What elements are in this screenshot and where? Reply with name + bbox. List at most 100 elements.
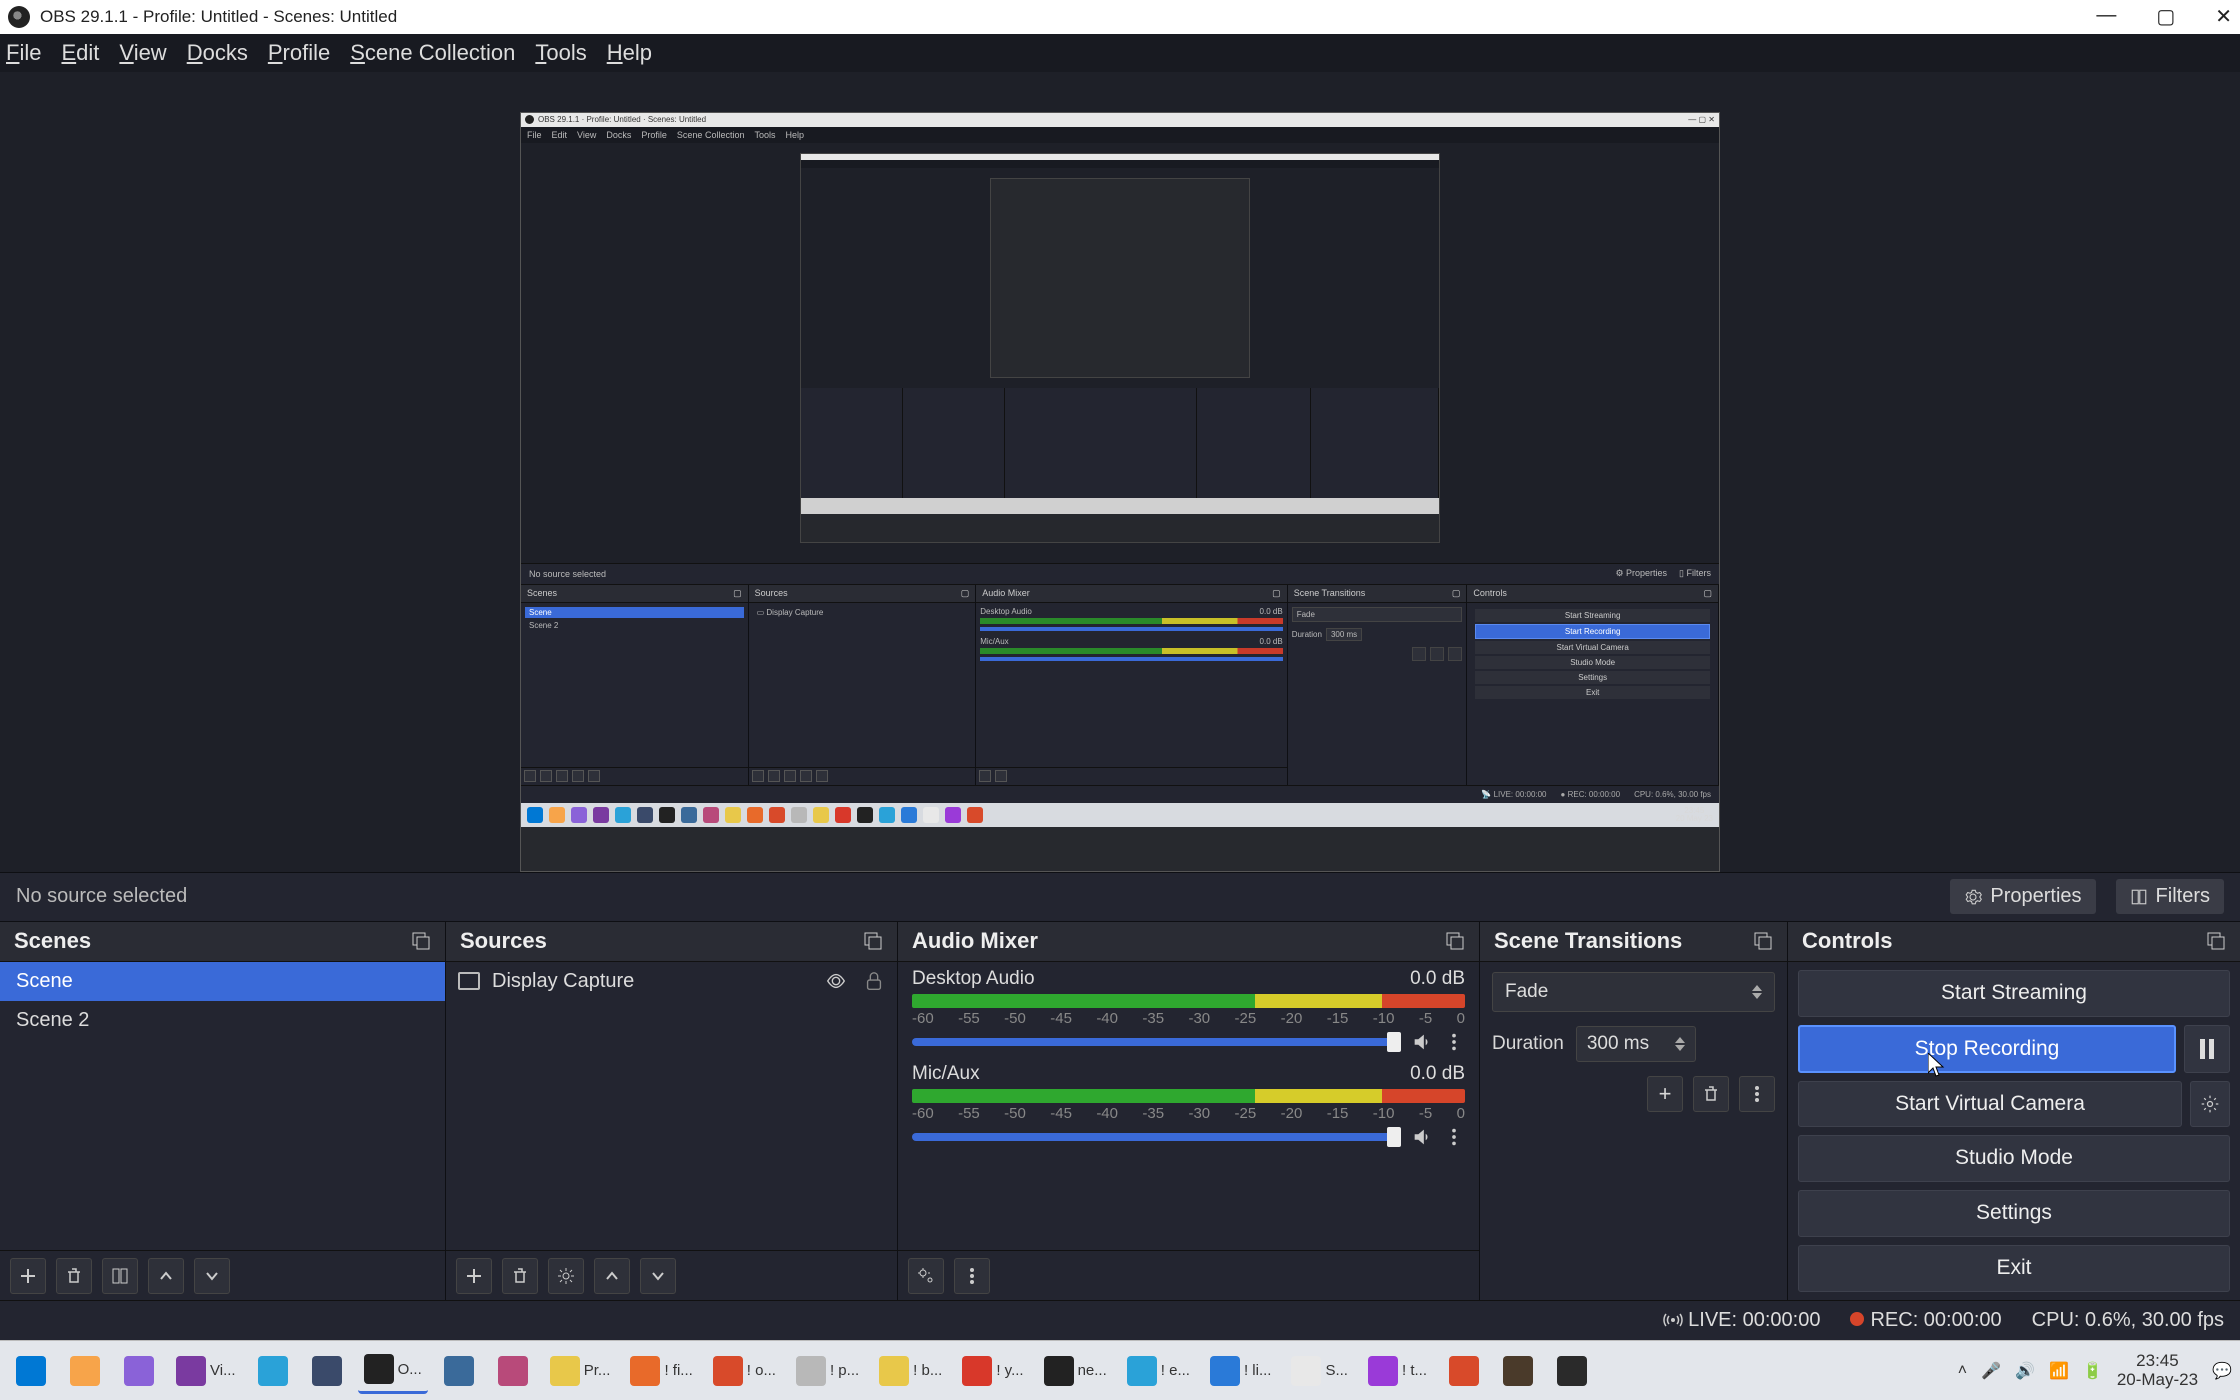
scene-item[interactable]: Scene 2: [0, 1001, 445, 1040]
delete-source-button[interactable]: [502, 1258, 538, 1294]
app-icon: [713, 1356, 743, 1386]
add-scene-button[interactable]: [10, 1258, 46, 1294]
popout-icon[interactable]: [1753, 931, 1773, 951]
scene-item[interactable]: Scene: [0, 962, 445, 1001]
channel-menu-icon[interactable]: [1443, 1031, 1465, 1053]
taskbar-item[interactable]: [116, 1348, 162, 1394]
taskbar-item[interactable]: [8, 1348, 54, 1394]
volume-slider[interactable]: [912, 1038, 1401, 1046]
close-button[interactable]: ✕: [2215, 4, 2232, 29]
system-tray[interactable]: ˄ 🎤 🔊 📶 🔋 23:45 20-May-23 💬: [1958, 1352, 2232, 1389]
tray-battery-icon[interactable]: 🔋: [2083, 1361, 2103, 1381]
pause-recording-button[interactable]: [2184, 1025, 2230, 1073]
transition-add-button[interactable]: +: [1647, 1076, 1683, 1112]
virtual-camera-settings-button[interactable]: [2190, 1081, 2230, 1127]
taskbar-item[interactable]: [1441, 1348, 1487, 1394]
taskbar-item[interactable]: [1495, 1348, 1541, 1394]
taskbar-label: Vi...: [210, 1362, 236, 1379]
taskbar-item[interactable]: ! fi...: [624, 1348, 698, 1394]
studio-mode-button[interactable]: Studio Mode: [1798, 1135, 2230, 1182]
advanced-audio-button[interactable]: [908, 1258, 944, 1294]
scene-filter-button[interactable]: [102, 1258, 138, 1294]
popout-icon[interactable]: [411, 931, 431, 951]
menu-edit[interactable]: Edit: [61, 40, 99, 66]
taskbar-item[interactable]: ! b...: [873, 1348, 948, 1394]
gear-icon: [1964, 888, 1982, 906]
speaker-icon[interactable]: [1411, 1126, 1433, 1148]
source-item[interactable]: Display Capture: [446, 962, 897, 1001]
tray-speaker-icon[interactable]: 🔊: [2015, 1361, 2035, 1381]
start-virtual-camera-button[interactable]: Start Virtual Camera: [1798, 1081, 2182, 1127]
taskbar-item[interactable]: ! li...: [1204, 1348, 1278, 1394]
preview-area[interactable]: OBS 29.1.1 · Profile: Untitled · Scenes:…: [0, 72, 2240, 872]
popout-icon[interactable]: [1445, 931, 1465, 951]
source-down-button[interactable]: [640, 1258, 676, 1294]
scenes-list[interactable]: Scene Scene 2: [0, 962, 445, 1251]
channel-menu-icon[interactable]: [1443, 1126, 1465, 1148]
taskbar-item[interactable]: ! e...: [1121, 1348, 1196, 1394]
transition-delete-button[interactable]: [1693, 1076, 1729, 1112]
mixer-menu-button[interactable]: [954, 1258, 990, 1294]
tray-notification-icon[interactable]: 💬: [2212, 1361, 2232, 1381]
menu-scene-collection[interactable]: Scene Collection: [350, 40, 515, 66]
properties-button[interactable]: Properties: [1950, 879, 2095, 914]
exit-button[interactable]: Exit: [1798, 1245, 2230, 1292]
taskbar-item[interactable]: [436, 1348, 482, 1394]
taskbar-item[interactable]: Vi...: [170, 1348, 242, 1394]
taskbar-item[interactable]: [62, 1348, 108, 1394]
taskbar-label: ! e...: [1161, 1362, 1190, 1379]
taskbar-item[interactable]: [1549, 1348, 1595, 1394]
tray-mic-icon[interactable]: 🎤: [1981, 1361, 2001, 1381]
duration-input[interactable]: 300 ms: [1576, 1026, 1696, 1062]
filters-button[interactable]: Filters: [2116, 879, 2224, 914]
app-icon: [1368, 1356, 1398, 1386]
broadcast-icon: [1663, 1312, 1683, 1328]
taskbar-item[interactable]: [250, 1348, 296, 1394]
sources-list[interactable]: Display Capture: [446, 962, 897, 1251]
taskbar-item[interactable]: ! y...: [956, 1348, 1029, 1394]
taskbar-item[interactable]: Pr...: [544, 1348, 617, 1394]
minimize-button[interactable]: —: [2096, 4, 2116, 29]
audio-meter: [912, 1089, 1465, 1103]
menu-profile[interactable]: Profile: [268, 40, 330, 66]
transition-select[interactable]: Fade: [1492, 972, 1775, 1012]
app-icon: [1557, 1356, 1587, 1386]
volume-slider[interactable]: [912, 1133, 1401, 1141]
menu-docks[interactable]: Docks: [187, 40, 248, 66]
lock-toggle[interactable]: [863, 970, 885, 992]
menu-help[interactable]: Help: [607, 40, 652, 66]
menu-tools[interactable]: Tools: [535, 40, 586, 66]
tray-chevron-icon[interactable]: ˄: [1958, 1362, 1967, 1380]
start-streaming-button[interactable]: Start Streaming: [1798, 970, 2230, 1017]
tray-wifi-icon[interactable]: 📶: [2049, 1361, 2069, 1381]
taskbar-item[interactable]: ! o...: [707, 1348, 782, 1394]
menu-view[interactable]: View: [119, 40, 166, 66]
stop-recording-button[interactable]: Stop Recording: [1798, 1025, 2176, 1073]
add-source-button[interactable]: [456, 1258, 492, 1294]
taskbar-item[interactable]: ne...: [1038, 1348, 1113, 1394]
taskbar-item[interactable]: [490, 1348, 536, 1394]
scene-down-button[interactable]: [194, 1258, 230, 1294]
visibility-toggle[interactable]: [825, 970, 847, 992]
source-properties-button[interactable]: [548, 1258, 584, 1294]
maximize-button[interactable]: ▢: [2156, 4, 2175, 29]
scene-up-button[interactable]: [148, 1258, 184, 1294]
taskbar-item[interactable]: ! p...: [790, 1348, 865, 1394]
popout-icon[interactable]: [2206, 931, 2226, 951]
app-icon: [444, 1356, 474, 1386]
taskbar-item[interactable]: ! t...: [1362, 1348, 1433, 1394]
transition-menu-button[interactable]: [1739, 1076, 1775, 1112]
taskbar-item[interactable]: O...: [358, 1348, 428, 1394]
dock-row: Scenes Scene Scene 2 Sources Display Cap…: [0, 922, 2240, 1301]
app-icon: [1503, 1356, 1533, 1386]
taskbar-item[interactable]: [304, 1348, 350, 1394]
menu-file[interactable]: FFileile: [6, 40, 41, 66]
taskbar-item[interactable]: S...: [1285, 1348, 1354, 1394]
delete-scene-button[interactable]: [56, 1258, 92, 1294]
popout-icon[interactable]: [863, 931, 883, 951]
source-up-button[interactable]: [594, 1258, 630, 1294]
speaker-icon[interactable]: [1411, 1031, 1433, 1053]
taskbar-clock[interactable]: 23:45 20-May-23: [2117, 1352, 2198, 1389]
settings-button[interactable]: Settings: [1798, 1190, 2230, 1237]
display-icon: [458, 972, 480, 990]
